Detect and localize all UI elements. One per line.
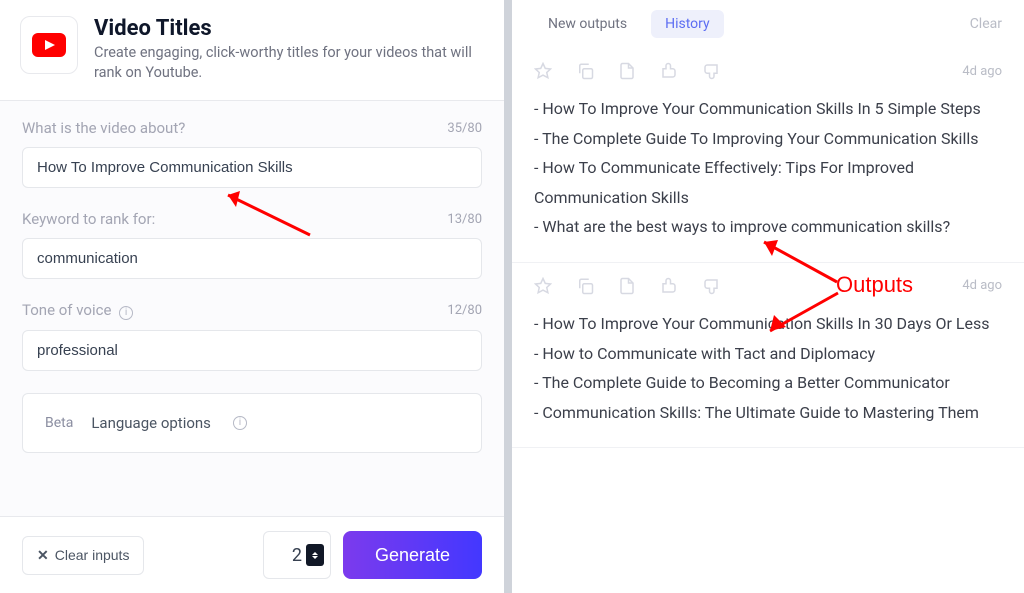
output-time: 4d ago: [962, 278, 1002, 293]
beta-badge: Beta: [45, 415, 73, 431]
info-icon: i: [233, 416, 247, 430]
about-input[interactable]: [22, 147, 482, 188]
star-icon[interactable]: [534, 62, 552, 80]
thumbs-up-icon[interactable]: [660, 62, 678, 80]
output-line: What are the best ways to improve commun…: [534, 212, 1002, 242]
thumbs-down-icon[interactable]: [702, 62, 720, 80]
tab-history[interactable]: History: [651, 10, 724, 38]
output-line: The Complete Guide to Becoming a Better …: [534, 368, 1002, 398]
about-count: 35/80: [447, 121, 482, 136]
tone-label: Tone of voice i: [22, 301, 133, 320]
output-block: 4d ago How To Improve Your Communication …: [512, 48, 1024, 263]
youtube-icon: [20, 16, 78, 74]
page-title: Video Titles: [94, 16, 484, 41]
output-line: How to Communicate with Tact and Diploma…: [534, 339, 1002, 369]
output-line: How To Improve Your Communication Skills…: [534, 309, 1002, 339]
stepper-icon[interactable]: [306, 544, 324, 566]
copy-icon[interactable]: [576, 62, 594, 80]
generate-button[interactable]: Generate: [343, 531, 482, 579]
output-line: How To Communicate Effectively: Tips For…: [534, 153, 1002, 212]
keyword-input[interactable]: [22, 238, 482, 279]
info-icon: i: [119, 306, 133, 320]
keyword-label: Keyword to rank for:: [22, 210, 155, 228]
output-time: 4d ago: [962, 64, 1002, 79]
clear-history-button[interactable]: Clear: [970, 16, 1002, 32]
language-options[interactable]: Beta Language options i: [22, 393, 482, 453]
keyword-count: 13/80: [447, 212, 482, 227]
output-lines: How To Improve Your Communication Skills…: [534, 94, 1002, 242]
pane-divider[interactable]: [504, 0, 512, 593]
language-label: Language options: [91, 414, 211, 432]
output-line: How To Improve Your Communication Skills…: [534, 94, 1002, 124]
star-icon[interactable]: [534, 277, 552, 295]
thumbs-down-icon[interactable]: [702, 277, 720, 295]
output-lines: How To Improve Your Communication Skills…: [534, 309, 1002, 427]
tone-input[interactable]: [22, 330, 482, 371]
quantity-stepper[interactable]: 2: [263, 531, 331, 579]
header: Video Titles Create engaging, click-wort…: [0, 0, 504, 101]
output-line: Communication Skills: The Ultimate Guide…: [534, 398, 1002, 428]
tone-count: 12/80: [447, 303, 482, 318]
thumbs-up-icon[interactable]: [660, 277, 678, 295]
doc-icon[interactable]: [618, 62, 636, 80]
copy-icon[interactable]: [576, 277, 594, 295]
close-icon: ✕: [37, 547, 49, 564]
tab-new-outputs[interactable]: New outputs: [534, 10, 641, 38]
output-line: The Complete Guide To Improving Your Com…: [534, 124, 1002, 154]
doc-icon[interactable]: [618, 277, 636, 295]
about-label: What is the video about?: [22, 119, 185, 137]
clear-inputs-button[interactable]: ✕ Clear inputs: [22, 536, 144, 575]
output-block: 4d ago How To Improve Your Communication …: [512, 263, 1024, 448]
page-description: Create engaging, click-worthy titles for…: [94, 43, 484, 82]
